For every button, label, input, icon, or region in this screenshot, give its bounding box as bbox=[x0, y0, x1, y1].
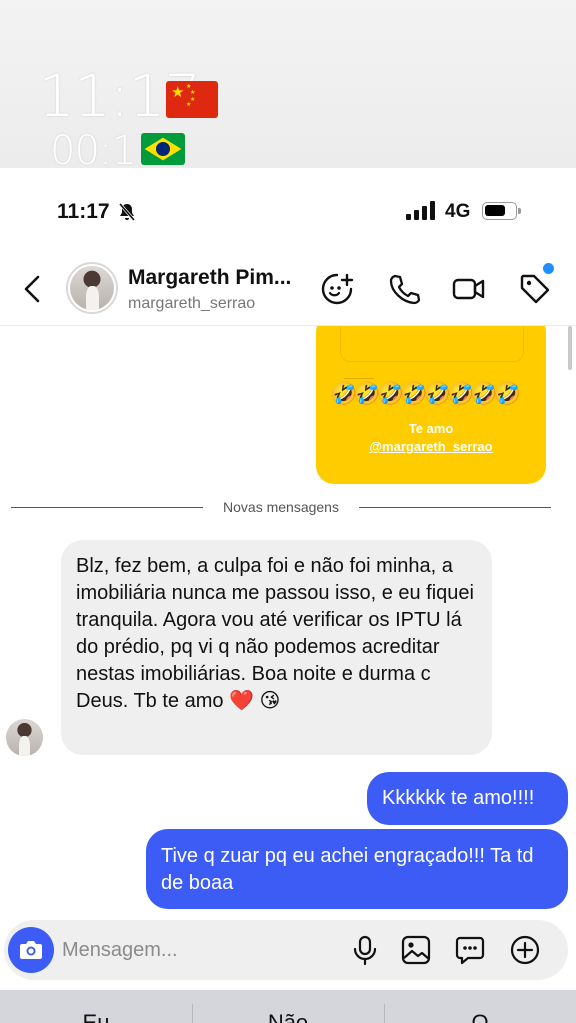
status-time: 11:17 bbox=[57, 200, 110, 223]
phone-icon[interactable] bbox=[387, 272, 421, 306]
outgoing-message[interactable]: Kkkkkk te amo!!!! bbox=[367, 772, 568, 825]
outgoing-message-text: Tive q zuar pq eu achei engraçado!!! Ta … bbox=[161, 845, 534, 894]
tag-icon[interactable] bbox=[518, 272, 552, 306]
overlay-band: 11:17 ★ ★ ★ ★ ★ 00:17 bbox=[0, 0, 576, 174]
sender-avatar[interactable] bbox=[6, 719, 43, 756]
story-caption: Te amo bbox=[408, 421, 454, 436]
status-bar: 11:17 4G bbox=[0, 168, 576, 252]
story-emojis: 🤣🤣🤣🤣🤣🤣🤣🤣 bbox=[330, 381, 521, 406]
message-input[interactable] bbox=[62, 933, 332, 967]
bell-slash-icon bbox=[118, 203, 136, 221]
video-camera-icon[interactable] bbox=[452, 272, 486, 306]
incoming-message[interactable]: Blz, fez bem, a culpa foi e não foi minh… bbox=[61, 540, 492, 755]
message-composer bbox=[0, 920, 576, 990]
suggestion-3[interactable]: O bbox=[384, 1010, 576, 1023]
signal-icon bbox=[406, 201, 435, 220]
contact-name[interactable]: Margareth Pim... bbox=[128, 266, 306, 290]
scrollbar[interactable] bbox=[568, 326, 572, 370]
chat-bubble-icon[interactable] bbox=[454, 934, 486, 966]
contact-username[interactable]: margareth_serrao bbox=[128, 295, 255, 313]
china-flag-icon: ★ ★ ★ ★ ★ bbox=[166, 81, 218, 118]
microphone-icon[interactable] bbox=[349, 934, 381, 966]
sticker-icon[interactable] bbox=[320, 272, 354, 306]
story-mention[interactable]: @margareth_serrao bbox=[316, 439, 546, 454]
suggestion-2[interactable]: Não bbox=[192, 1010, 384, 1023]
battery-icon bbox=[482, 202, 521, 220]
chat-header: Margareth Pim... margareth_serrao bbox=[0, 252, 576, 326]
contact-avatar[interactable] bbox=[66, 262, 118, 314]
keyboard-suggestions: Eu Não O bbox=[0, 990, 576, 1023]
gallery-icon[interactable] bbox=[400, 934, 432, 966]
incoming-message-text: Blz, fez bem, a culpa foi e não foi minh… bbox=[76, 555, 474, 712]
notification-dot bbox=[543, 263, 554, 274]
camera-button[interactable] bbox=[8, 927, 54, 973]
new-messages-divider: Novas mensagens bbox=[11, 499, 551, 515]
plus-circle-icon[interactable] bbox=[509, 934, 541, 966]
chevron-left-icon[interactable] bbox=[20, 272, 46, 306]
heart-emoji: ❤️ bbox=[229, 690, 254, 712]
kiss-emoji: 😘 bbox=[259, 690, 281, 712]
network-type: 4G bbox=[445, 201, 471, 222]
outgoing-message[interactable]: Tive q zuar pq eu achei engraçado!!! Ta … bbox=[146, 829, 568, 909]
chat-thread[interactable]: ————— 🤣🤣🤣🤣🤣🤣🤣🤣 Te amo @margareth_serrao … bbox=[0, 326, 576, 920]
outgoing-message-text: Kkkkkk te amo!!!! bbox=[382, 787, 535, 809]
composer-pill bbox=[4, 920, 568, 980]
divider-label: Novas mensagens bbox=[223, 499, 339, 515]
brazil-flag-icon bbox=[141, 133, 185, 165]
suggestion-1[interactable]: Eu bbox=[0, 1010, 192, 1023]
story-reply-card[interactable]: ————— 🤣🤣🤣🤣🤣🤣🤣🤣 Te amo @margareth_serrao bbox=[316, 326, 546, 484]
camera-icon bbox=[20, 941, 42, 959]
